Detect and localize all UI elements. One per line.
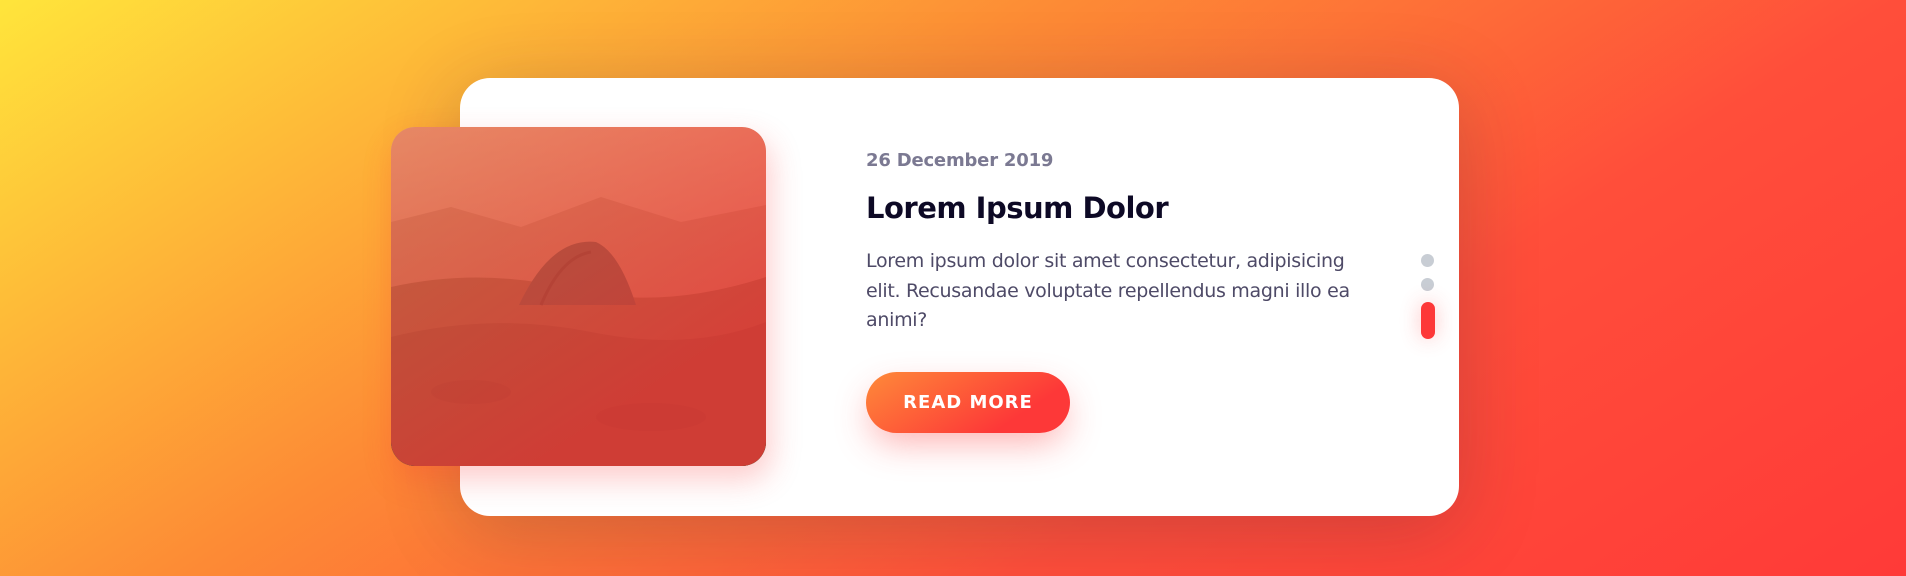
post-date: 26 December 2019 bbox=[866, 150, 1054, 171]
post-image bbox=[391, 127, 766, 466]
post-text: Lorem ipsum dolor sit amet consectetur, … bbox=[866, 250, 1350, 332]
pagination-bullet-1[interactable] bbox=[1421, 254, 1434, 267]
pagination-bullet-3-active[interactable] bbox=[1421, 302, 1435, 339]
read-more-button[interactable]: READ MORE bbox=[866, 371, 1070, 433]
post-content: 26 December 2019 Lorem Ipsum Dolor Lorem… bbox=[866, 150, 1361, 433]
post-title: Lorem Ipsum Dolor bbox=[866, 191, 1169, 225]
tent-photo-icon bbox=[391, 127, 766, 466]
pagination-bullet-2[interactable] bbox=[1421, 278, 1434, 291]
slider-pagination bbox=[1421, 254, 1435, 350]
